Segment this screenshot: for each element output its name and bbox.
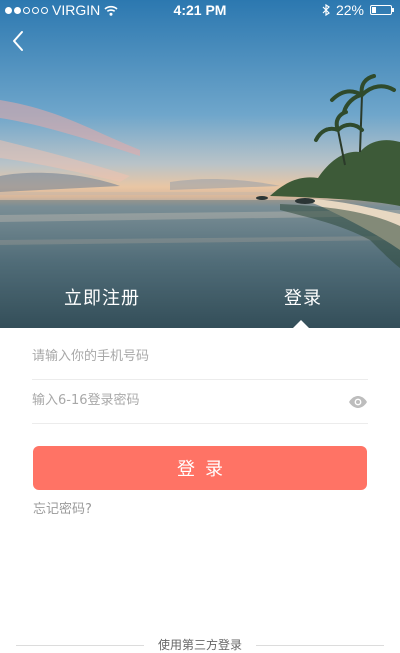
status-bar: VIRGIN 4:21 PM 22% [0, 0, 400, 20]
password-input[interactable] [32, 380, 332, 420]
bluetooth-icon [322, 4, 330, 16]
tab-login[interactable]: 登录 [284, 284, 322, 310]
battery-percent: 22% [335, 2, 364, 18]
divider-line-right [256, 645, 384, 646]
beach-background-image [0, 0, 400, 328]
phone-field [32, 336, 368, 380]
battery-icon [370, 5, 394, 15]
forgot-password-link[interactable]: 忘记密码? [33, 498, 92, 517]
chevron-left-icon [13, 31, 23, 51]
active-tab-indicator [293, 320, 309, 328]
header-hero: VIRGIN 4:21 PM 22% 立即注册 登录 [0, 0, 400, 328]
phone-input[interactable] [32, 336, 332, 376]
status-right: 22% [322, 2, 394, 18]
login-button[interactable]: 登录 [33, 446, 367, 490]
tab-register[interactable]: 立即注册 [64, 284, 140, 310]
third-party-login-divider: 使用第三方登录 [16, 636, 384, 652]
back-button[interactable] [6, 26, 32, 56]
eye-icon[interactable] [348, 395, 368, 409]
password-field [32, 380, 368, 424]
